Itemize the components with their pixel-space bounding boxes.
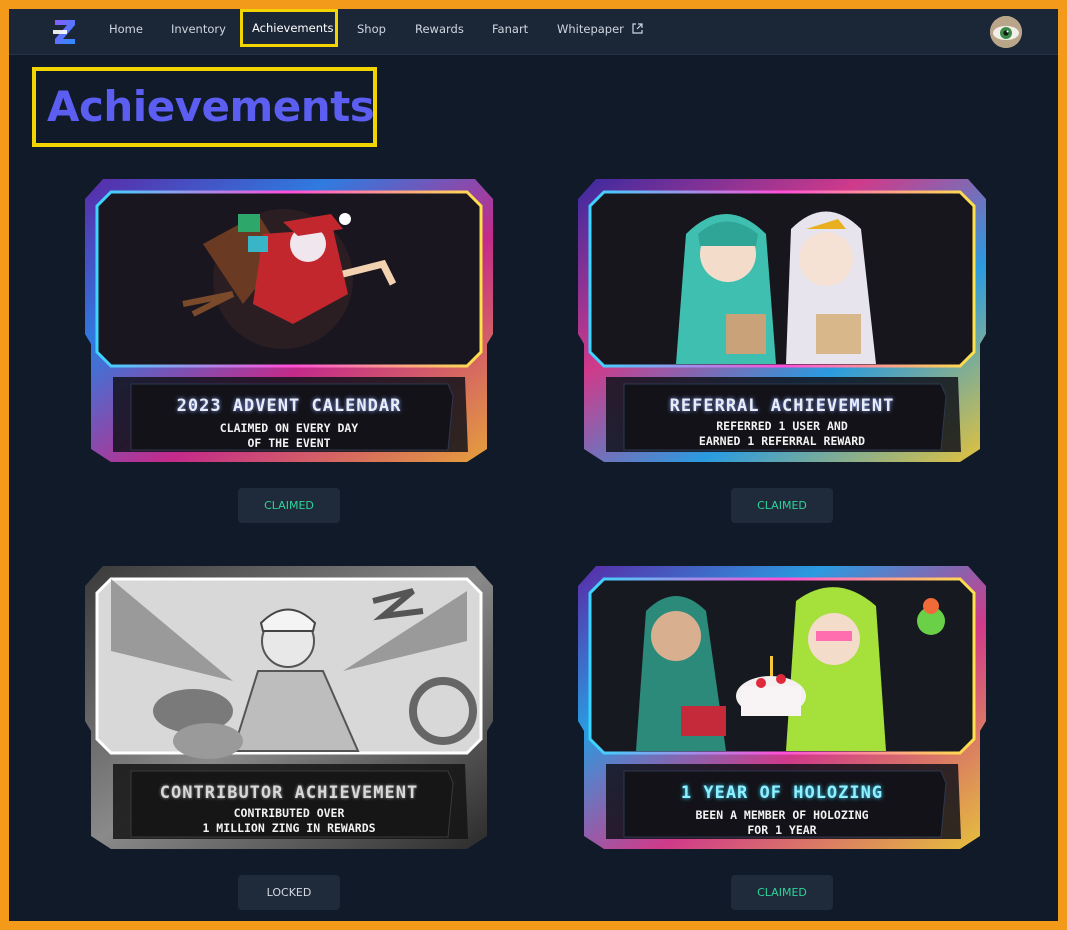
achievement-desc-line2: EARNED 1 REFERRAL REWARD: [698, 434, 866, 448]
user-avatar[interactable]: [990, 16, 1022, 48]
app-frame: Home Inventory Achievements Shop Rewards…: [9, 9, 1058, 921]
nav-rewards[interactable]: Rewards: [415, 9, 464, 55]
achievement-card[interactable]: CONTRIBUTOR ACHIEVEMENT CONTRIBUTED OVER…: [83, 561, 495, 851]
achievement-desc-line2: 1 MILLION ZING IN REWARDS: [202, 821, 376, 835]
page-title: Achievements: [47, 82, 375, 131]
claimed-button[interactable]: CLAIMED: [238, 488, 340, 523]
achievement-title: 2023 ADVENT CALENDAR: [176, 396, 402, 416]
achievement-title: REFERRAL ACHIEVEMENT: [669, 396, 895, 416]
locked-button[interactable]: LOCKED: [238, 875, 340, 910]
achievement-title: CONTRIBUTOR ACHIEVEMENT: [159, 783, 419, 803]
nav-whitepaper[interactable]: Whitepaper: [557, 9, 643, 55]
achievement-desc-line2: OF THE EVENT: [247, 436, 331, 450]
claimed-button[interactable]: CLAIMED: [731, 875, 833, 910]
claimed-button[interactable]: CLAIMED: [731, 488, 833, 523]
achievement-desc-line2: FOR 1 YEAR: [747, 823, 817, 837]
logo-icon[interactable]: [49, 15, 81, 49]
external-link-icon: [631, 10, 643, 50]
nav-fanart[interactable]: Fanart: [492, 9, 528, 55]
nav-whitepaper-label: Whitepaper: [557, 22, 624, 36]
nav-home[interactable]: Home: [109, 9, 143, 55]
achievement-desc-line1: CONTRIBUTED OVER: [233, 806, 345, 820]
achievement-title: 1 YEAR OF HOLOZING: [680, 783, 884, 803]
nav-inventory[interactable]: Inventory: [171, 9, 226, 55]
achievement-card[interactable]: REFERRAL ACHIEVEMENT REFERRED 1 USER AND…: [576, 174, 988, 464]
achievement-desc-line1: REFERRED 1 USER AND: [716, 419, 848, 433]
achievement-desc-line1: CLAIMED ON EVERY DAY: [219, 421, 359, 435]
nav-achievements[interactable]: Achievements: [240, 9, 338, 47]
achievement-desc-line1: BEEN A MEMBER OF HOLOZING: [695, 808, 869, 822]
achievement-card[interactable]: 1 YEAR OF HOLOZING BEEN A MEMBER OF HOLO…: [576, 561, 988, 851]
nav-shop[interactable]: Shop: [357, 9, 386, 55]
top-navbar: Home Inventory Achievements Shop Rewards…: [9, 9, 1058, 55]
achievement-card[interactable]: 2023 ADVENT CALENDAR CLAIMED ON EVERY DA…: [83, 174, 495, 464]
